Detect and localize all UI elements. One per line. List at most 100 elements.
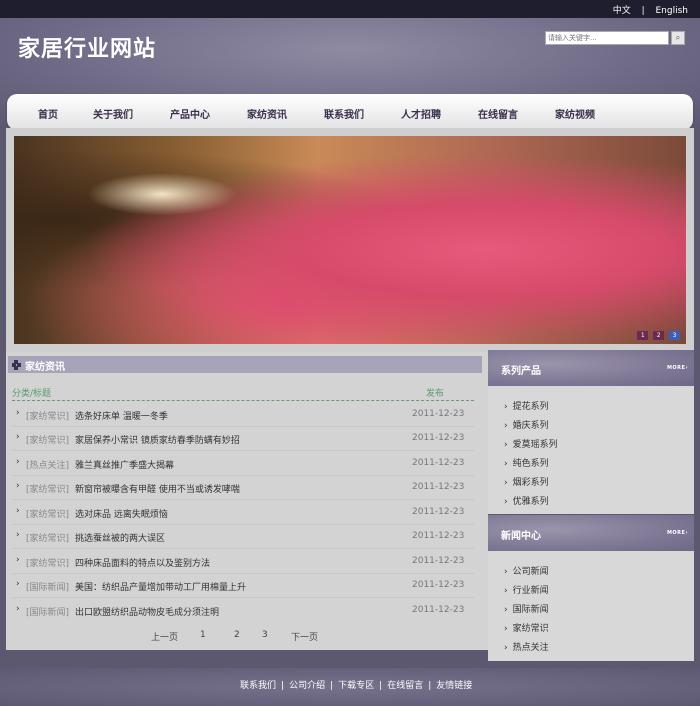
- news-category[interactable]: [家纺常识]: [26, 433, 69, 446]
- news-row[interactable]: › [家纺常识] 新窗帘被曝含有甲醛 使用不当或诱发哮喘 2011-12-23: [12, 475, 474, 500]
- news-row[interactable]: › [国际新闻] 出口欧盟纺织品动物皮毛成分须注明 2011-12-23: [12, 598, 474, 622]
- banner-image[interactable]: 1 2 3: [14, 136, 686, 344]
- news-category-item[interactable]: › 家纺常识: [504, 621, 549, 634]
- news-category[interactable]: [热点关注]: [26, 458, 69, 471]
- products-box: 系列产品 MORE› › 提花系列 › 婚庆系列 › 爱莫瑶系列 › 纯色系列 › 烟彩系…: [488, 350, 694, 514]
- news-category-item[interactable]: › 公司新闻: [504, 564, 549, 577]
- product-series-label: 纯色系列: [512, 459, 549, 469]
- news-date: 2011-12-23: [412, 605, 465, 615]
- news-date: 2011-12-23: [412, 409, 465, 419]
- product-series-item[interactable]: › 爱莫瑶系列: [504, 437, 558, 450]
- news-date: 2011-12-23: [412, 458, 465, 468]
- chevron-right-icon: ›: [16, 604, 20, 614]
- chevron-right-icon: ›: [16, 530, 20, 540]
- news-title[interactable]: 美国：纺织品产量增加带动工厂用棉量上升: [75, 580, 246, 593]
- product-series-item[interactable]: › 纯色系列: [504, 456, 549, 469]
- news-row[interactable]: › [家纺常识] 选条好床单 温暖一冬季 2011-12-23: [12, 402, 474, 427]
- pager-page-1[interactable]: 1: [200, 630, 206, 640]
- product-series-item[interactable]: › 提花系列: [504, 399, 549, 412]
- news-center-box-header: 新闻中心 MORE›: [488, 515, 694, 551]
- site-title[interactable]: 家居行业网站: [18, 31, 156, 63]
- products-box-title: 系列产品: [501, 366, 541, 377]
- news-title[interactable]: 家居保养小常识 镜质家纺春季防螨有妙招: [75, 433, 240, 446]
- news-center-box-title: 新闻中心: [501, 531, 541, 542]
- chevron-right-icon: ›: [504, 586, 508, 596]
- news-row[interactable]: › [热点关注] 雅兰真丝推广季盛大揭幕 2011-12-23: [12, 451, 474, 476]
- news-title[interactable]: 选对床品 远离失眠烦恼: [75, 507, 168, 520]
- footer-separator: |: [281, 681, 285, 691]
- news-category[interactable]: [家纺常识]: [26, 531, 69, 544]
- footer-separator: |: [379, 681, 383, 691]
- banner-area: 1 2 3: [6, 128, 694, 352]
- news-row[interactable]: › [国际新闻] 美国：纺织品产量增加带动工厂用棉量上升 2011-12-23: [12, 573, 474, 598]
- banner-dot-2[interactable]: 2: [653, 331, 665, 340]
- news-center-more-link[interactable]: MORE›: [667, 530, 688, 536]
- nav-item-jobs[interactable]: 人才招聘: [401, 106, 441, 121]
- product-series-item[interactable]: › 婚庆系列: [504, 418, 549, 431]
- news-category[interactable]: [国际新闻]: [26, 580, 69, 593]
- footer-link-contact[interactable]: 联系我们: [240, 681, 276, 691]
- product-series-label: 提花系列: [512, 402, 549, 412]
- lang-chinese-link[interactable]: 中文: [613, 6, 631, 16]
- chevron-right-icon: ›: [504, 440, 508, 450]
- pager-page-2[interactable]: 2: [234, 630, 240, 640]
- products-box-header: 系列产品 MORE›: [488, 350, 694, 386]
- footer-link-friends[interactable]: 友情链接: [436, 681, 472, 691]
- banner-dot-1[interactable]: 1: [637, 331, 649, 340]
- news-category[interactable]: [家纺常识]: [26, 556, 69, 569]
- nav-item-home[interactable]: 首页: [38, 106, 58, 121]
- news-panel-header: 家纺资讯: [8, 356, 482, 373]
- footer-link-message[interactable]: 在线留言: [387, 681, 423, 691]
- news-row[interactable]: › [家纺常识] 选对床品 远离失眠烦恼 2011-12-23: [12, 500, 474, 525]
- banner-dot-3[interactable]: 3: [669, 331, 680, 340]
- nav-item-contact[interactable]: 联系我们: [324, 106, 364, 121]
- news-date: 2011-12-23: [412, 482, 465, 492]
- news-category-item[interactable]: › 热点关注: [504, 640, 549, 653]
- news-title[interactable]: 选条好床单 温暖一冬季: [75, 409, 168, 422]
- chevron-right-icon: ›: [685, 530, 688, 536]
- news-category[interactable]: [家纺常识]: [26, 409, 69, 422]
- pager-prev[interactable]: 上一页: [151, 630, 178, 643]
- lang-english-link[interactable]: English: [656, 6, 689, 16]
- nav-item-products[interactable]: 产品中心: [170, 106, 210, 121]
- pager-next[interactable]: 下一页: [291, 630, 318, 643]
- chevron-right-icon: ›: [504, 459, 508, 469]
- nav-item-message[interactable]: 在线留言: [478, 106, 518, 121]
- news-category-item[interactable]: › 行业新闻: [504, 583, 549, 596]
- news-category[interactable]: [家纺常识]: [26, 507, 69, 520]
- news-category[interactable]: [家纺常识]: [26, 482, 69, 495]
- news-row[interactable]: › [家纺常识] 家居保养小常识 镜质家纺春季防螨有妙招 2011-12-23: [12, 426, 474, 451]
- product-series-label: 爱莫瑶系列: [512, 440, 558, 450]
- chevron-right-icon: ›: [16, 408, 20, 418]
- search-button[interactable]: ⌕: [671, 31, 685, 45]
- news-title[interactable]: 出口欧盟纺织品动物皮毛成分须注明: [75, 605, 219, 618]
- news-category-item[interactable]: › 国际新闻: [504, 602, 549, 615]
- footer-link-download[interactable]: 下载专区: [338, 681, 374, 691]
- news-title[interactable]: 新窗帘被曝含有甲醛 使用不当或诱发哮喘: [75, 482, 240, 495]
- top-bar: 中文 | English: [0, 0, 700, 18]
- news-category[interactable]: [国际新闻]: [26, 605, 69, 618]
- product-series-label: 优雅系列: [512, 497, 549, 507]
- nav-item-about[interactable]: 关于我们: [93, 106, 133, 121]
- product-series-item[interactable]: › 优雅系列: [504, 494, 549, 507]
- chevron-right-icon: ›: [504, 421, 508, 431]
- search-input[interactable]: [545, 31, 669, 45]
- product-series-item[interactable]: › 烟彩系列: [504, 475, 549, 488]
- footer-link-about[interactable]: 公司介绍: [289, 681, 325, 691]
- news-center-box: 新闻中心 MORE› › 公司新闻 › 行业新闻 › 国际新闻 › 家纺常识 › 热点关注: [488, 515, 694, 661]
- footer-separator: |: [330, 681, 334, 691]
- news-row[interactable]: › [家纺常识] 四种床品面料的特点以及鉴别方法 2011-12-23: [12, 549, 474, 574]
- chevron-right-icon: ›: [504, 605, 508, 615]
- footer-links: 联系我们 | 公司介绍 | 下载专区 | 在线留言 | 友情链接: [240, 678, 472, 691]
- nav-item-news[interactable]: 家纺资讯: [247, 106, 287, 121]
- news-title[interactable]: 四种床品面料的特点以及鉴别方法: [75, 556, 210, 569]
- products-more-link[interactable]: MORE›: [667, 365, 688, 371]
- news-title[interactable]: 挑选蚕丝被的两大误区: [75, 531, 165, 544]
- chevron-right-icon: ›: [504, 478, 508, 488]
- news-row[interactable]: › [家纺常识] 挑选蚕丝被的两大误区 2011-12-23: [12, 524, 474, 549]
- news-title[interactable]: 雅兰真丝推广季盛大揭幕: [75, 458, 174, 471]
- nav-item-video[interactable]: 家纺视频: [555, 106, 595, 121]
- diamond-grid-icon: [12, 360, 21, 370]
- news-category-label: 国际新闻: [512, 605, 549, 615]
- pager-page-3[interactable]: 3: [262, 630, 268, 640]
